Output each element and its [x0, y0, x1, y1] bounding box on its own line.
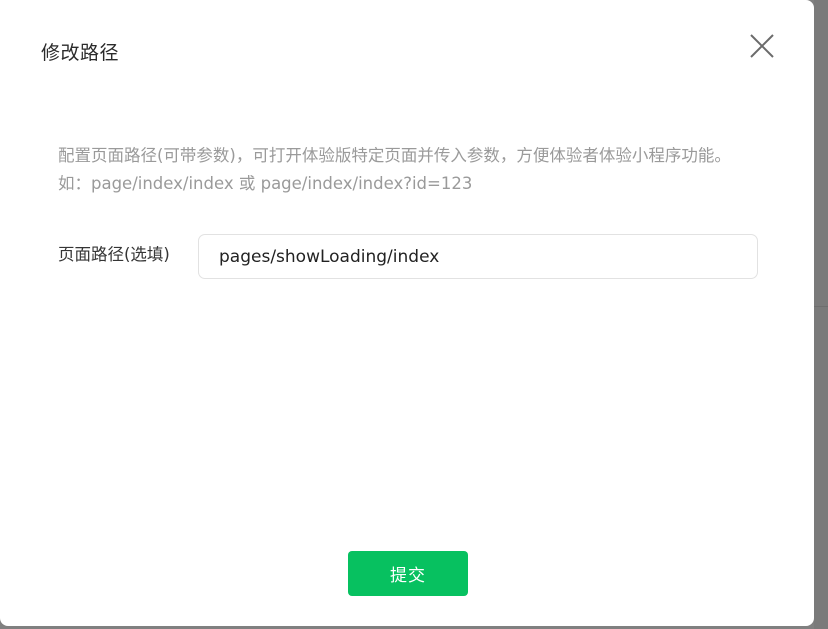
backdrop-divider	[814, 306, 828, 307]
submit-button[interactable]: 提交	[348, 551, 468, 596]
dialog-title: 修改路径	[41, 42, 120, 64]
page-path-input[interactable]	[198, 234, 758, 279]
backdrop-edge	[814, 0, 828, 629]
close-button[interactable]	[746, 30, 778, 62]
dialog-description: 配置页面路径(可带参数)，可打开体验版特定页面并传入参数，方便体验者体验小程序功…	[58, 146, 731, 193]
edit-path-dialog: 修改路径 配置页面路径(可带参数)，可打开体验版特定页面并传入参数，方便体验者体…	[0, 0, 814, 626]
page-path-label: 页面路径(选填)	[58, 245, 170, 264]
close-icon	[750, 34, 774, 58]
